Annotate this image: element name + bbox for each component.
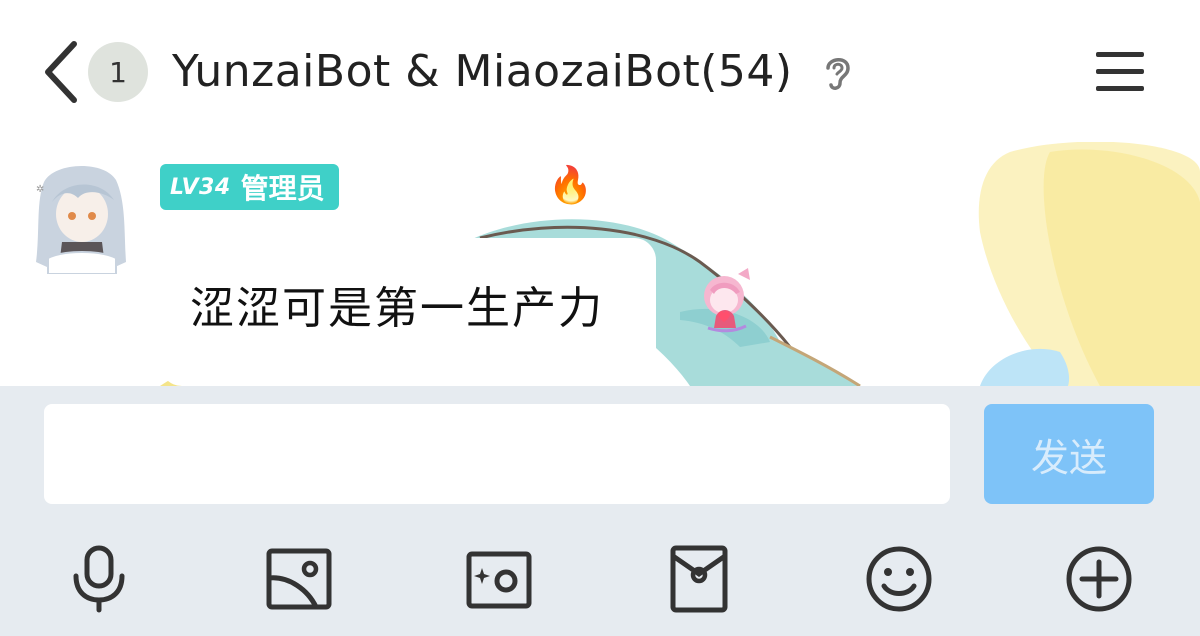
back-arrow-icon[interactable] <box>40 40 84 104</box>
send-button[interactable]: 发送 <box>984 404 1154 504</box>
chat-area[interactable]: ✲ LV34 管理员 🔥 涩涩可是第一生产力 <box>0 142 1200 386</box>
role-label: 管理员 <box>240 172 325 205</box>
image-icon[interactable] <box>264 544 334 614</box>
ear-icon[interactable] <box>820 52 856 92</box>
level-label: LV34 <box>170 174 231 200</box>
message-text: 涩涩可是第一生产力 <box>190 283 604 334</box>
chat-title: YunzaiBot & MiaozaiBot(54) <box>172 46 793 97</box>
menu-icon[interactable] <box>1094 46 1146 98</box>
unread-count-badge[interactable]: 1 <box>88 42 148 102</box>
red-packet-icon[interactable] <box>664 544 734 614</box>
plus-icon[interactable] <box>1064 544 1134 614</box>
message-input[interactable] <box>44 404 950 504</box>
microphone-icon[interactable] <box>64 544 134 614</box>
anime-girl-sticker-icon <box>704 268 750 333</box>
input-bar: 发送 <box>0 386 1200 636</box>
chat-header: 1 YunzaiBot & MiaozaiBot(54) <box>0 0 1200 142</box>
camera-icon[interactable] <box>464 544 534 614</box>
svg-text:✲: ✲ <box>36 184 44 195</box>
level-tag: LV34 管理员 <box>160 164 339 210</box>
emoji-icon[interactable] <box>864 544 934 614</box>
sender-avatar[interactable]: ✲ <box>34 162 128 274</box>
fire-icon: 🔥 <box>548 165 593 206</box>
